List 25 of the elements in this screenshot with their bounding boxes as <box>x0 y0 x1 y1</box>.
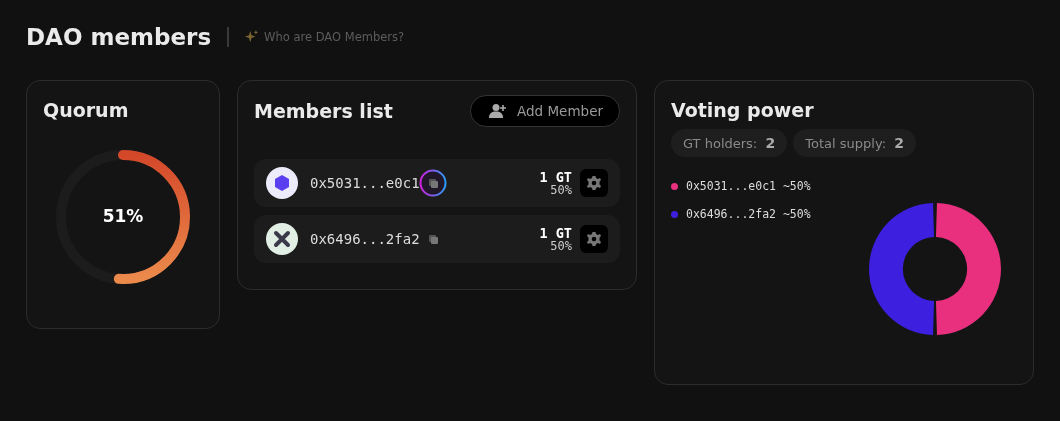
add-user-icon <box>489 103 508 119</box>
legend-label: 0x6496...2fa2 ~50% <box>686 207 811 221</box>
quorum-percentage: 51% <box>101 206 145 226</box>
legend-label: 0x5031...e0c1 ~50% <box>686 179 811 193</box>
settings-button[interactable] <box>580 225 608 253</box>
member-address: 0x5031...e0c1 <box>310 175 420 191</box>
settings-icon <box>586 231 602 247</box>
card-title: Members list <box>254 100 393 122</box>
stat-chip: Total supply: 2 <box>793 129 917 157</box>
add-member-button[interactable]: Add Member <box>470 95 620 127</box>
hexagon-avatar-icon <box>266 167 298 199</box>
token-share: 50% <box>550 239 572 253</box>
copy-icon[interactable] <box>418 169 447 197</box>
cross-avatar-icon <box>266 223 298 255</box>
settings-icon <box>586 175 602 191</box>
page-title: DAO members <box>26 24 212 50</box>
card-title: Voting power <box>671 99 815 121</box>
card-title: Quorum <box>43 99 130 121</box>
settings-button[interactable] <box>580 169 608 197</box>
stat-chip: GT holders: 2 <box>671 129 788 157</box>
token-amount: 1 GT <box>539 225 572 240</box>
token-amount: 1 GT <box>539 169 572 184</box>
sparkle-icon <box>245 30 260 44</box>
token-share: 50% <box>550 183 572 197</box>
member-address: 0x6496...2fa2 <box>310 231 420 247</box>
